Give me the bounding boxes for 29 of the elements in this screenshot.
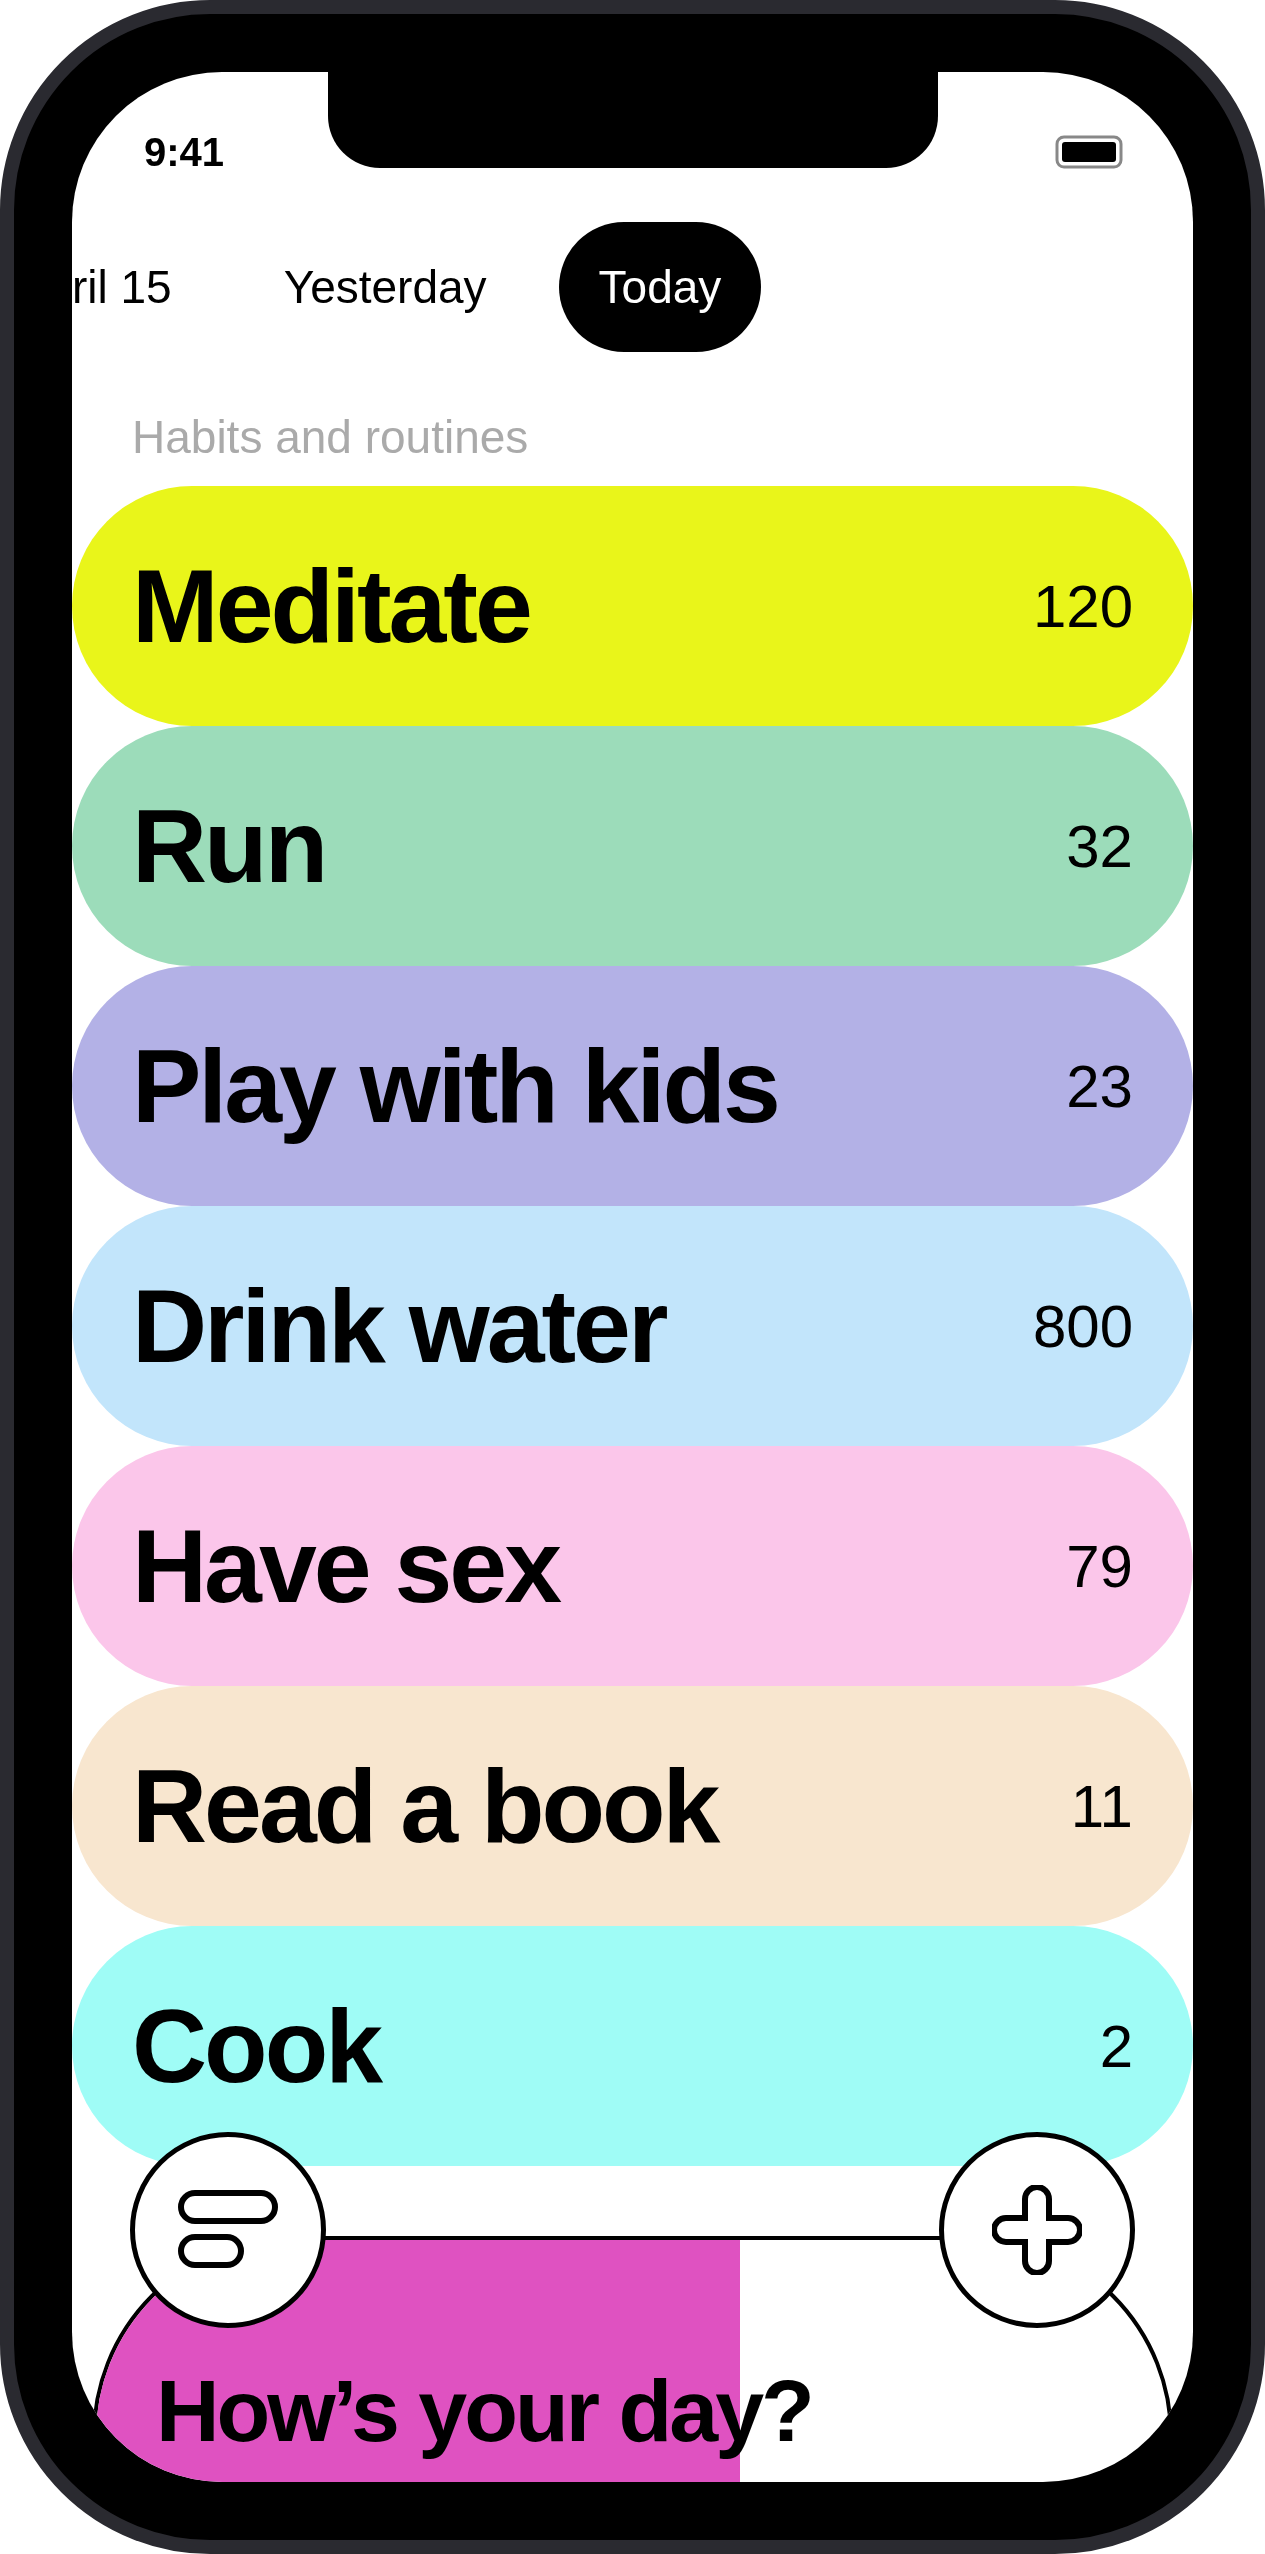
- habit-name: Meditate: [132, 546, 531, 666]
- habit-card[interactable]: Have sex 79: [72, 1446, 1193, 1686]
- habit-name: Drink water: [132, 1266, 667, 1386]
- habit-count: 11: [1070, 1771, 1133, 1841]
- habit-card[interactable]: Cook 2: [72, 1926, 1193, 2166]
- habit-card[interactable]: Run 32: [72, 726, 1193, 966]
- habit-name: Read a book: [132, 1746, 720, 1866]
- habit-count: 79: [1066, 1531, 1133, 1601]
- habit-card[interactable]: Play with kids 23: [72, 966, 1193, 1206]
- habit-card[interactable]: Read a book 11: [72, 1686, 1193, 1926]
- date-tab[interactable]: ril 15: [72, 222, 212, 352]
- plus-icon: [992, 2185, 1082, 2275]
- section-title: Habits and routines: [132, 410, 530, 464]
- habit-card[interactable]: Drink water 800: [72, 1206, 1193, 1446]
- date-tab[interactable]: Yesterday: [243, 222, 527, 352]
- habit-count: 2: [1099, 2011, 1133, 2081]
- battery-icon: [1055, 135, 1123, 169]
- habit-count: 23: [1066, 1051, 1133, 1121]
- habit-card[interactable]: Meditate 120: [72, 486, 1193, 726]
- status-time: 9:41: [144, 129, 225, 175]
- habit-name: Cook: [132, 1986, 383, 2106]
- habit-count: 32: [1066, 811, 1133, 881]
- habit-name: Have sex: [132, 1506, 562, 1626]
- habit-name: Play with kids: [132, 1026, 779, 1146]
- habit-count: 120: [1032, 571, 1133, 641]
- menu-icon: [178, 2190, 278, 2270]
- habit-count: 800: [1032, 1291, 1133, 1361]
- date-tab[interactable]: Today: [558, 222, 762, 352]
- habit-name: Run: [132, 786, 327, 906]
